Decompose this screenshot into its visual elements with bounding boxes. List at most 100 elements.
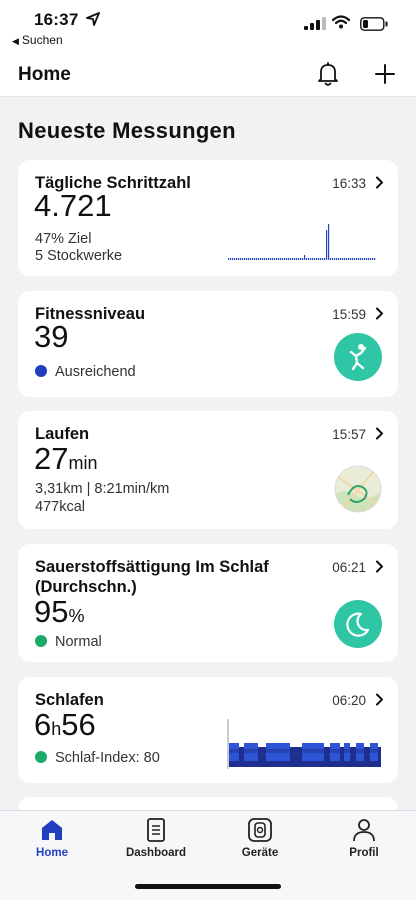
back-to-search-link[interactable]: ◀ Suchen [12, 33, 63, 47]
spark-bar [254, 258, 256, 260]
oxygen-badge [334, 600, 382, 648]
spark-bar [356, 258, 358, 260]
spark-bar [322, 258, 324, 260]
status-dot [35, 635, 47, 647]
oxygen-time: 06:21 [332, 560, 366, 575]
spark-bar [370, 258, 372, 260]
spark-bar [264, 258, 266, 260]
steps-floors: 5 Stockwerke [35, 248, 123, 264]
spark-bar [362, 258, 364, 260]
moon-icon [346, 612, 370, 637]
spark-bar [340, 258, 342, 260]
spark-bar [314, 258, 316, 260]
spark-bar [240, 258, 242, 260]
spark-bar [368, 258, 370, 260]
spark-bar [338, 258, 340, 260]
wifi-icon [332, 15, 350, 29]
spark-bar [364, 258, 366, 260]
oxygen-status: Normal [35, 634, 102, 650]
sleep-index: Schlaf-Index: 80 [35, 750, 160, 766]
cellular-signal-icon [304, 17, 326, 30]
sleep-time: 06:20 [332, 693, 366, 708]
home-icon [42, 820, 62, 840]
spark-bar [308, 258, 310, 260]
running-card[interactable]: Laufen 15:57 27min 3,31km | 8:21min/km 4… [18, 411, 398, 529]
steps-card[interactable]: Tägliche Schrittzahl 16:33 4.721 47% Zie… [18, 160, 398, 276]
spark-bar [244, 258, 246, 260]
spark-bar [358, 258, 360, 260]
bell-icon[interactable] [316, 61, 340, 87]
sleep-duration: 6h56 [34, 707, 96, 742]
tab-home[interactable]: Home [17, 817, 87, 873]
spark-bar [336, 258, 338, 260]
profile-icon [353, 819, 375, 842]
oxygen-value: 95% [34, 594, 85, 629]
back-label: Suchen [21, 33, 63, 47]
spark-bar [374, 258, 376, 260]
sleep-card[interactable]: Schlafen 06:20 6h56 Schlaf-Index: 80 [18, 677, 398, 783]
chevron-right-icon [376, 560, 383, 573]
spark-bar [288, 258, 290, 260]
spark-bar [232, 258, 234, 260]
spark-bar [352, 258, 354, 260]
spark-bar [250, 258, 252, 260]
spark-bar [330, 258, 332, 260]
spark-bar [274, 258, 276, 260]
oxygen-title-line1: Sauerstoffsättigung Im Schlaf [35, 558, 269, 576]
fitness-value: 39 [34, 319, 69, 354]
spark-bar [328, 224, 330, 260]
fitness-card[interactable]: Fitnessniveau 15:59 39 Ausreichend [18, 291, 398, 397]
spark-bar [270, 258, 272, 260]
chevron-right-icon [376, 176, 383, 189]
fitness-badge [334, 333, 382, 381]
spark-bar [300, 258, 302, 260]
spark-bar [228, 258, 230, 260]
spark-bar [324, 258, 326, 260]
route-map-icon [334, 465, 382, 513]
spark-bar [302, 258, 304, 260]
running-figure-icon [349, 344, 367, 371]
spark-bar [238, 258, 240, 260]
spark-bar [246, 258, 248, 260]
spark-bar [366, 258, 368, 260]
steps-time: 16:33 [332, 176, 366, 191]
fitness-time: 15:59 [332, 307, 366, 322]
add-icon[interactable] [374, 63, 396, 85]
home-indicator [135, 884, 281, 889]
sleep-index-label: Schlaf-Index: 80 [55, 750, 160, 766]
running-calories: 477kcal [35, 499, 85, 515]
tab-profile[interactable]: Profil [329, 817, 399, 873]
steps-goal: 47% Ziel [35, 231, 92, 247]
running-distance-pace: 3,31km | 8:21min/km [35, 481, 170, 497]
spark-bar [350, 258, 352, 260]
spark-bar [310, 258, 312, 260]
chevron-right-icon [376, 427, 383, 440]
spark-bar [312, 258, 314, 260]
tab-dashboard[interactable]: Dashboard [121, 817, 191, 873]
tab-devices[interactable]: Geräte [225, 817, 295, 873]
status-bar: 16:37 ◀ Suchen [0, 0, 416, 52]
chevron-right-icon [376, 307, 383, 320]
spark-bar [284, 258, 286, 260]
fitness-status-label: Ausreichend [55, 364, 136, 380]
spark-bar [290, 258, 292, 260]
oxygen-saturation-card[interactable]: Sauerstoffsättigung Im Schlaf (Durchschn… [18, 544, 398, 662]
spark-bar [236, 258, 238, 260]
spark-bar [318, 258, 320, 260]
dashboard-icon [147, 818, 165, 842]
location-arrow-icon [86, 12, 100, 26]
section-title: Neueste Messungen [18, 118, 236, 143]
steps-sparkline [228, 224, 376, 260]
oxygen-status-label: Normal [55, 634, 102, 650]
spark-bar [292, 258, 294, 260]
spark-bar [348, 258, 350, 260]
spark-bar [372, 258, 374, 260]
running-value: 27min [34, 441, 98, 476]
status-dot [35, 751, 47, 763]
status-time: 16:37 [34, 10, 79, 29]
spark-bar [332, 258, 334, 260]
chevron-right-icon [376, 693, 383, 706]
spark-bar [248, 258, 250, 260]
status-dot [35, 365, 47, 377]
spark-bar [286, 258, 288, 260]
